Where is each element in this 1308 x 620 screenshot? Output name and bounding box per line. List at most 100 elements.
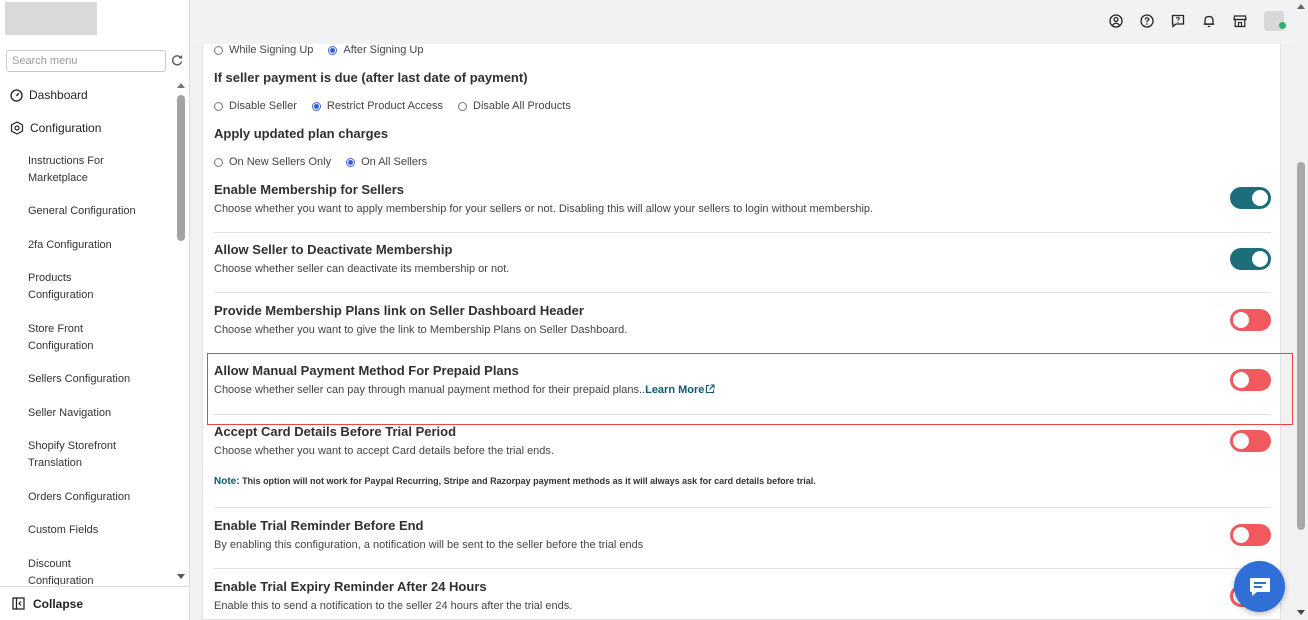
sidebar-item-label: Dashboard [29,88,88,102]
collapse-label: Collapse [33,596,84,611]
divider [214,568,1271,569]
sidebar-scrollbar[interactable] [174,80,188,585]
page-scrollbar[interactable] [1294,0,1308,620]
scroll-up-arrow-icon[interactable] [177,83,185,88]
payment-due-radio-group: Disable Seller Restrict Product Access D… [214,100,571,112]
help-circle-icon[interactable] [1140,14,1154,28]
user-circle-icon[interactable] [1109,14,1123,28]
payment-due-heading: If seller payment is due (after last dat… [214,70,528,85]
setting-manual-payment-prepaid: Allow Manual Payment Method For Prepaid … [214,363,1271,396]
setting-accept-card-before-trial: Accept Card Details Before Trial Period … [214,424,1271,457]
signup-radio-group: While Signing Up After Signing Up [214,44,423,56]
radio-circle-icon [214,45,223,55]
sidebar-subitem-discount-configuration[interactable]: Discount Configuration [28,556,118,585]
search-menu-input[interactable] [7,51,165,71]
setting-description: Choose whether seller can pay through ma… [214,384,1271,396]
radio-label: On All Sellers [361,156,428,168]
setting-description: Choose whether you want to give the link… [214,324,628,336]
scroll-up-arrow-icon[interactable] [1297,4,1305,9]
setting-title: Enable Membership for Sellers [214,182,405,197]
toggle-allow-deactivate-membership[interactable] [1230,248,1271,270]
toggle-membership-plans-link[interactable] [1230,309,1271,331]
radio-label: After Signing Up [343,44,424,56]
note-text: This option will not work for Paypal Rec… [239,476,816,486]
setting-description: Choose whether you want to apply members… [214,203,874,215]
sidebar: Dashboard Configuration Instructions For… [0,0,190,620]
sidebar-subitem-2fa-configuration[interactable]: 2fa Configuration [28,237,158,254]
scroll-down-arrow-icon[interactable] [1297,610,1305,615]
learn-more-link[interactable]: Learn More [645,384,715,396]
chat-bubble-icon [1249,577,1270,596]
sidebar-subitem-store-front-configuration[interactable]: Store Front Configuration [28,321,128,355]
card-note: Note: This option will not work for Payp… [214,476,816,487]
settings-panel: While Signing Up After Signing Up If sel… [202,44,1281,620]
setting-trial-reminder-before-end: Enable Trial Reminder Before End By enab… [214,518,1271,551]
radio-circle-selected-icon [328,45,338,55]
chat-button[interactable] [1234,561,1285,612]
radio-circle-selected-icon [346,157,356,167]
toggle-manual-payment-prepaid[interactable] [1230,369,1271,391]
learn-more-label: Learn More [645,384,705,396]
radio-label: While Signing Up [229,44,314,56]
setting-trial-expiry-reminder: Enable Trial Expiry Reminder After 24 Ho… [214,579,1271,612]
feedback-icon[interactable] [1171,14,1185,28]
setting-title: Allow Seller to Deactivate Membership [214,242,453,257]
topbar [190,0,1294,44]
search-menu-field[interactable] [6,50,166,72]
setting-description: Enable this to send a notification to th… [214,600,573,612]
bell-icon[interactable] [1202,14,1216,28]
radio-after-signing-up[interactable]: After Signing Up [328,44,423,56]
radio-on-new-sellers-only[interactable]: On New Sellers Only [214,156,331,168]
toggle-accept-card-before-trial[interactable] [1230,430,1271,452]
radio-disable-all-products[interactable]: Disable All Products [458,100,571,112]
external-link-icon [706,384,715,394]
setting-membership-plans-link: Provide Membership Plans link on Seller … [214,303,1271,336]
app-root: Dashboard Configuration Instructions For… [0,0,1308,620]
toggle-trial-reminder-before-end[interactable] [1230,524,1271,546]
note-label: Note: [214,476,240,487]
refresh-icon[interactable] [170,53,184,67]
toggle-enable-membership[interactable] [1230,187,1271,209]
configuration-hexagon-icon [10,121,24,135]
sidebar-item-dashboard[interactable]: Dashboard [10,88,88,102]
setting-title: Enable Trial Reminder Before End [214,518,424,533]
radio-circle-icon [458,101,468,111]
sidebar-subitem-seller-navigation[interactable]: Seller Navigation [28,405,158,422]
setting-description-text: Choose whether seller can pay through ma… [214,384,646,396]
setting-enable-membership: Enable Membership for Sellers Choose whe… [214,182,1271,215]
sidebar-subitem-custom-fields[interactable]: Custom Fields [28,522,158,539]
dashboard-gauge-icon [10,88,23,102]
sidebar-subitem-storefront-translation[interactable]: Shopify Storefront Translation [28,438,143,472]
page-scroll-thumb[interactable] [1297,162,1305,530]
divider [214,232,1271,233]
sidebar-subitem-general-configuration[interactable]: General Configuration [28,203,158,220]
sidebar-scroll-thumb[interactable] [177,95,185,241]
setting-title: Enable Trial Expiry Reminder After 24 Ho… [214,579,487,594]
store-icon[interactable] [1233,14,1247,28]
setting-allow-deactivate-membership: Allow Seller to Deactivate Membership Ch… [214,242,1271,275]
scroll-down-arrow-icon[interactable] [177,574,185,579]
setting-title: Provide Membership Plans link on Seller … [214,303,584,318]
divider [214,292,1271,293]
radio-while-signing-up[interactable]: While Signing Up [214,44,313,56]
plan-charges-heading: Apply updated plan charges [214,126,389,141]
radio-restrict-product-access[interactable]: Restrict Product Access [311,100,444,112]
sidebar-subitem-products-configuration[interactable]: Products Configuration [28,270,128,304]
divider [214,414,1271,415]
radio-label: Restrict Product Access [326,100,444,112]
sidebar-item-configuration[interactable]: Configuration [10,121,101,135]
radio-circle-icon [214,101,223,111]
setting-description: Choose whether you want to accept Card d… [214,445,554,457]
radio-disable-seller[interactable]: Disable Seller [214,100,297,112]
plan-charges-radio-group: On New Sellers Only On All Sellers [214,156,427,168]
radio-on-all-sellers[interactable]: On All Sellers [346,156,427,168]
radio-circle-icon [214,157,223,167]
sidebar-subitem-instructions[interactable]: Instructions For Marketplace [28,153,158,187]
collapse-button[interactable]: Collapse [0,586,189,620]
sidebar-subitem-sellers-configuration[interactable]: Sellers Configuration [28,371,158,388]
avatar[interactable] [1264,11,1286,31]
setting-title: Allow Manual Payment Method For Prepaid … [214,363,519,378]
radio-label: On New Sellers Only [229,156,332,168]
sidebar-subitem-orders-configuration[interactable]: Orders Configuration [28,489,158,506]
setting-title: Accept Card Details Before Trial Period [214,424,457,439]
